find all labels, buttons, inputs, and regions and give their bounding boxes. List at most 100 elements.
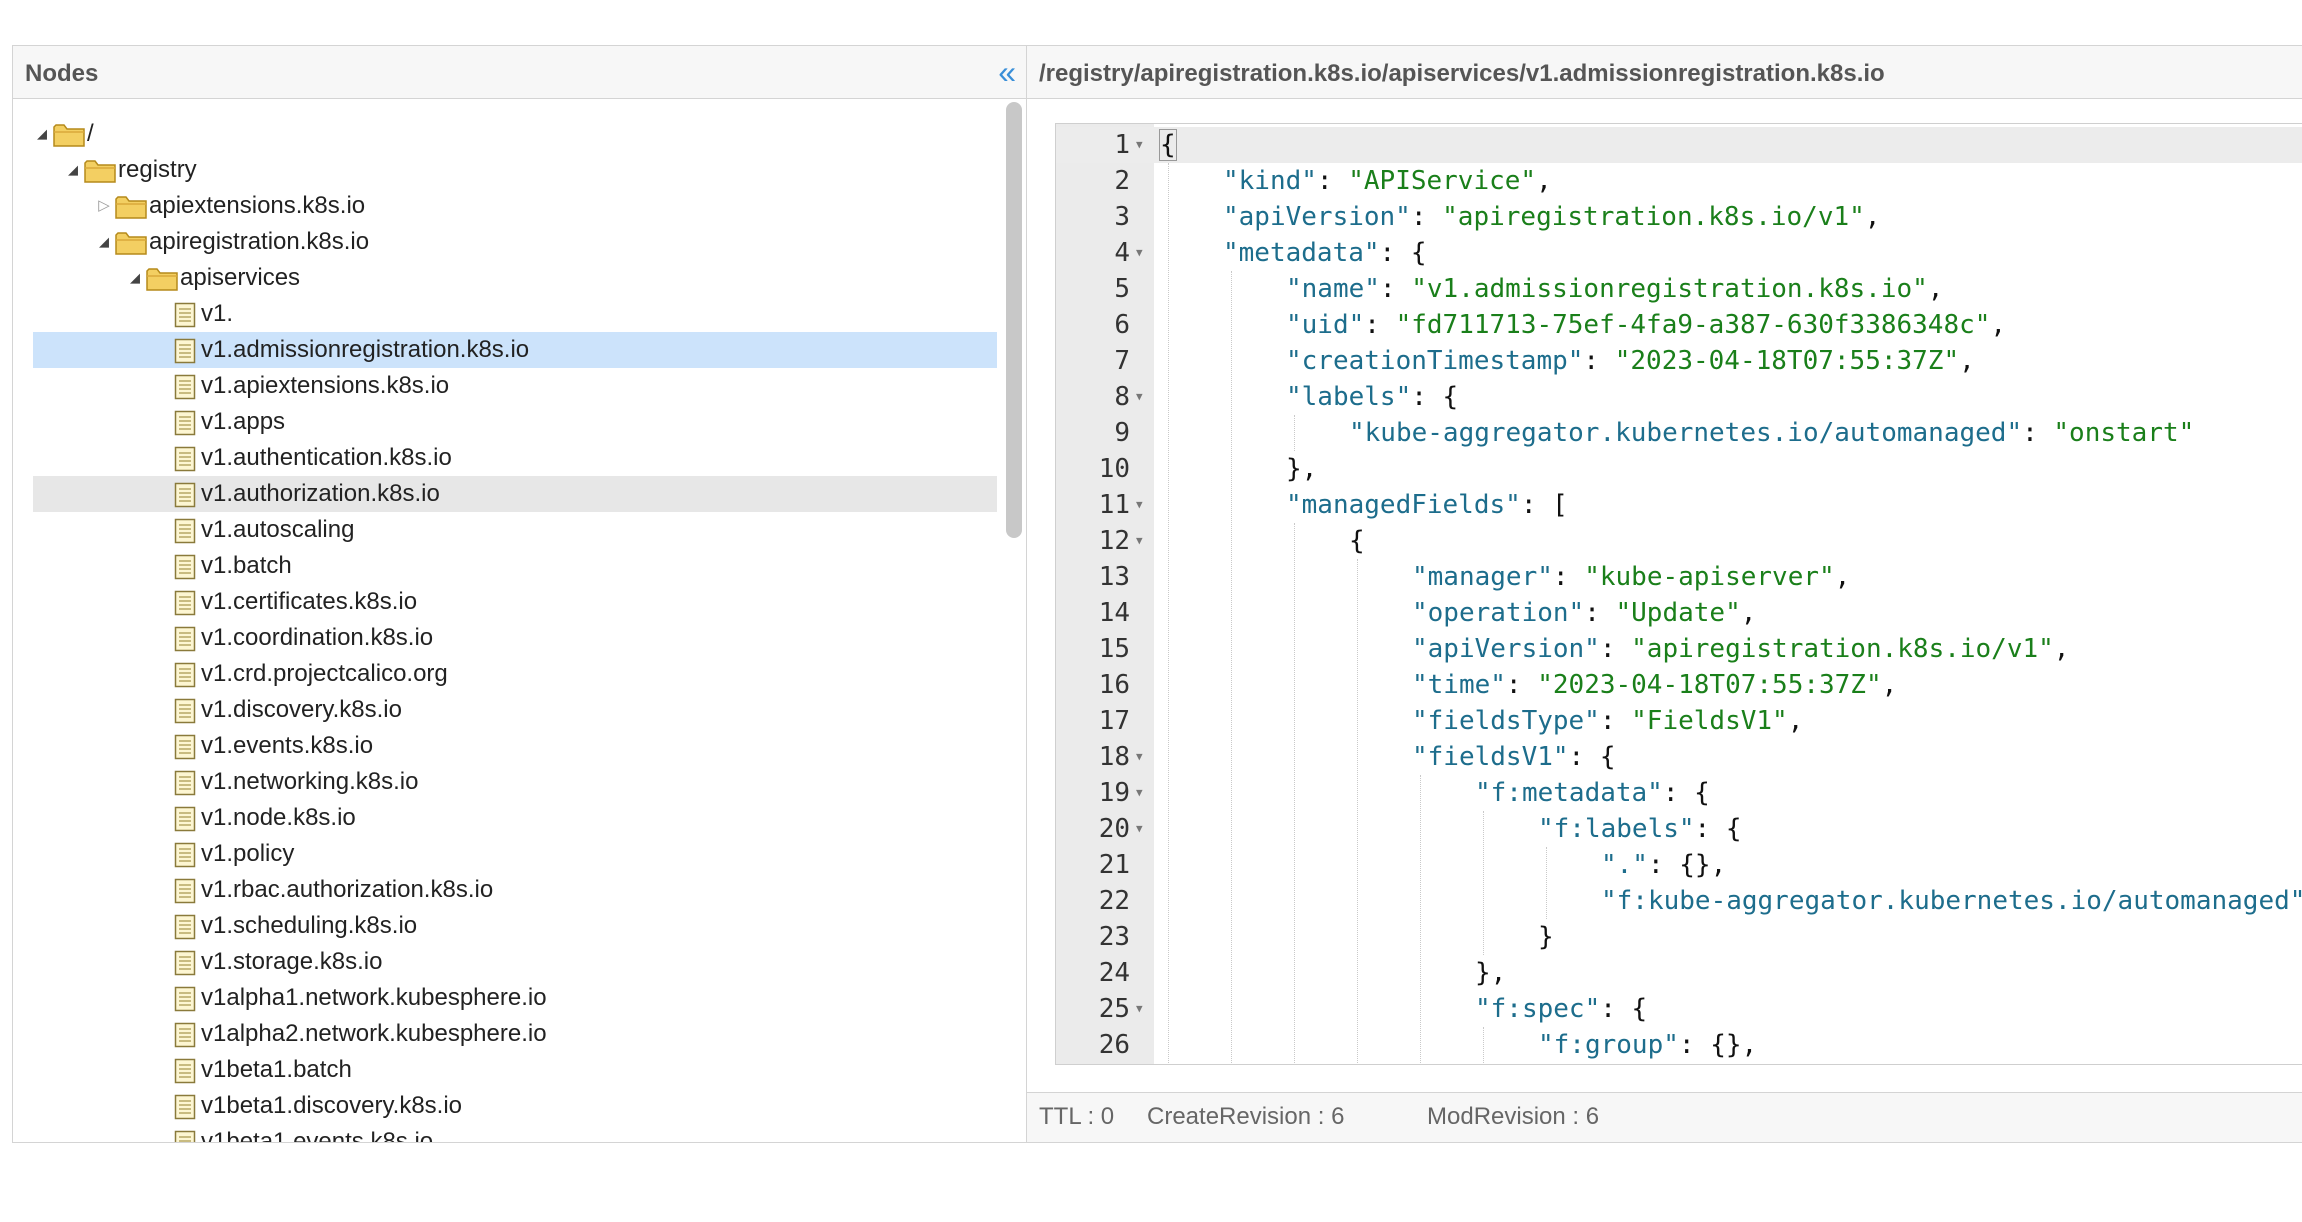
tree-file-node[interactable]: v1.node.k8s.io [33, 800, 997, 836]
tree-node-label[interactable]: apiregistration.k8s.io [149, 224, 369, 260]
fold-arrow-icon[interactable]: ▼ [1136, 379, 1143, 415]
create-revision-value: CreateRevision : 6 [1147, 1103, 1345, 1130]
code-text: "fieldsV1": { [1412, 739, 1616, 775]
tree-file-node[interactable]: v1beta1.discovery.k8s.io [33, 1088, 997, 1124]
fold-arrow-icon[interactable]: ▼ [1136, 523, 1143, 559]
fold-arrow-icon[interactable]: ▼ [1136, 775, 1143, 811]
collapse-toggle-icon[interactable]: ◢ [66, 152, 80, 188]
tree-file-node[interactable]: v1.events.k8s.io [33, 728, 997, 764]
tree-folder-node[interactable]: ◢ / [33, 116, 997, 152]
tree-file-node[interactable]: v1.rbac.authorization.k8s.io [33, 872, 997, 908]
tree-file-node[interactable]: v1.admissionregistration.k8s.io [33, 332, 997, 368]
tree-folder-node[interactable]: ◢ registry [33, 152, 997, 188]
tree-scrollbar[interactable] [1006, 102, 1022, 538]
tree-node-label[interactable]: v1alpha2.network.kubesphere.io [201, 1016, 547, 1052]
tree-folder-node[interactable]: ◢ apiservices [33, 260, 997, 296]
tree-node-label[interactable]: v1beta1.events.k8s.io [201, 1124, 433, 1142]
tree-file-node[interactable]: v1.coordination.k8s.io [33, 620, 997, 656]
tree-node-label[interactable]: v1.coordination.k8s.io [201, 620, 433, 656]
tree-file-node[interactable]: v1.certificates.k8s.io [33, 584, 997, 620]
tree-file-node[interactable]: v1beta1.batch [33, 1052, 997, 1088]
collapse-toggle-icon[interactable]: ◢ [35, 116, 49, 152]
tree-file-node[interactable]: v1alpha2.network.kubesphere.io [33, 1016, 997, 1052]
json-punct: : [1599, 706, 1632, 736]
json-punct: : { [1411, 382, 1459, 412]
tree-node-label[interactable]: v1.batch [201, 548, 292, 584]
nodes-panel-header: Nodes « [13, 46, 1026, 99]
tree-file-node[interactable]: v1.autoscaling [33, 512, 997, 548]
code-text: "name": "v1.admissionregistration.k8s.io… [1286, 271, 1943, 307]
tree-node-label[interactable]: v1.authorization.k8s.io [201, 476, 440, 512]
node-path-title: /registry/apiregistration.k8s.io/apiserv… [1039, 60, 1885, 87]
tree-file-node[interactable]: v1.discovery.k8s.io [33, 692, 997, 728]
tree-node-label[interactable]: v1.node.k8s.io [201, 800, 356, 836]
tree-node-label[interactable]: apiextensions.k8s.io [149, 188, 365, 224]
tree-node-label[interactable]: v1alpha1.network.kubesphere.io [201, 980, 547, 1016]
tree-file-node[interactable]: v1.batch [33, 548, 997, 584]
code-text: "kube-aggregator.kubernetes.io/automanag… [1349, 415, 2194, 451]
fold-arrow-icon[interactable]: ▼ [1136, 811, 1143, 847]
tree-node-label[interactable]: v1.storage.k8s.io [201, 944, 382, 980]
collapse-toggle-icon[interactable]: ◢ [97, 224, 111, 260]
code-line: 1 ▼ { [1056, 127, 2302, 163]
tree-node-label[interactable]: v1.rbac.authorization.k8s.io [201, 872, 493, 908]
expand-toggle-icon[interactable]: ▷ [97, 188, 111, 224]
tree-node-label[interactable]: v1. [201, 296, 233, 332]
tree-file-node[interactable]: v1.storage.k8s.io [33, 944, 997, 980]
collapse-toggle-icon[interactable]: ◢ [128, 260, 142, 296]
json-punct: : {}, [1647, 850, 1727, 880]
tree-file-node[interactable]: v1.authorization.k8s.io [33, 476, 997, 512]
tree-file-node[interactable]: v1.scheduling.k8s.io [33, 908, 997, 944]
line-number: 7 [1114, 346, 1130, 376]
json-editor[interactable]: 1 ▼{2 "kind": "APIService", 3 "apiVersion": … [1055, 123, 2302, 1065]
collapse-panel-button[interactable]: « [998, 54, 1016, 90]
tree-file-node[interactable]: v1alpha1.network.kubesphere.io [33, 980, 997, 1016]
tree-file-node[interactable]: v1.networking.k8s.io [33, 764, 997, 800]
tree-node-label[interactable]: / [87, 116, 94, 152]
tree-node-label[interactable]: v1.policy [201, 836, 294, 872]
tree-node-label[interactable]: v1.events.k8s.io [201, 728, 373, 764]
json-key: "kind" [1223, 166, 1317, 196]
tree-file-node[interactable]: v1.policy [33, 836, 997, 872]
indent-guide [1294, 415, 1295, 451]
tree-node-label[interactable]: v1.apiextensions.k8s.io [201, 368, 449, 404]
code-text: "f:spec": { [1475, 991, 1647, 1027]
fold-arrow-icon[interactable]: ▼ [1136, 991, 1143, 1027]
tree-node-label[interactable]: v1.discovery.k8s.io [201, 692, 402, 728]
tree-node-label[interactable]: v1beta1.discovery.k8s.io [201, 1088, 462, 1124]
fold-arrow-icon[interactable]: ▼ [1136, 739, 1143, 775]
json-key: "operation" [1412, 598, 1585, 628]
tree-node-label[interactable]: v1.certificates.k8s.io [201, 584, 417, 620]
indent-guide [1294, 523, 1295, 1063]
tree-node-label[interactable]: v1.authentication.k8s.io [201, 440, 452, 476]
tree-node-label[interactable]: v1.networking.k8s.io [201, 764, 418, 800]
tree-node-label[interactable]: v1.crd.projectcalico.org [201, 656, 448, 692]
tree-folder-node[interactable]: ◢ apiregistration.k8s.io [33, 224, 997, 260]
fold-arrow-icon[interactable]: ▼ [1136, 127, 1143, 163]
json-string: "2023-04-18T07:55:37Z" [1614, 346, 1960, 376]
json-key: "labels" [1286, 382, 1412, 412]
tree-node-label[interactable]: v1.admissionregistration.k8s.io [201, 332, 529, 368]
mod-revision-value: ModRevision : 6 [1427, 1103, 1600, 1130]
code-text: "f:group": {}, [1538, 1027, 1757, 1063]
line-number: 1 [1114, 130, 1130, 160]
tree-node-label[interactable]: v1.autoscaling [201, 512, 354, 548]
tree-node-label[interactable]: v1.apps [201, 404, 285, 440]
fold-arrow-icon[interactable]: ▼ [1136, 487, 1143, 523]
tree-node-label[interactable]: registry [118, 152, 197, 188]
tree-file-node[interactable]: v1.apiextensions.k8s.io [33, 368, 997, 404]
json-string: "v1.admissionregistration.k8s.io" [1411, 274, 1928, 304]
tree-file-node[interactable]: v1.apps [33, 404, 997, 440]
tree-node-label[interactable]: apiservices [180, 260, 300, 296]
fold-arrow-icon[interactable]: ▼ [1136, 235, 1143, 271]
tree-folder-node[interactable]: ▷ apiextensions.k8s.io [33, 188, 997, 224]
tree-node-label[interactable]: v1beta1.batch [201, 1052, 352, 1088]
tree-file-node[interactable]: v1.authentication.k8s.io [33, 440, 997, 476]
tree-file-node[interactable]: v1. [33, 296, 997, 332]
code-line: 4 ▼ "metadata": { [1056, 235, 2302, 271]
tree-file-node[interactable]: v1beta1.events.k8s.io [33, 1124, 997, 1142]
tree-file-node[interactable]: v1.crd.projectcalico.org [33, 656, 997, 692]
tree-node-label[interactable]: v1.scheduling.k8s.io [201, 908, 417, 944]
json-punct: : { [1379, 238, 1427, 268]
code-line: 18 ▼ "fieldsV1": { [1056, 739, 2302, 775]
